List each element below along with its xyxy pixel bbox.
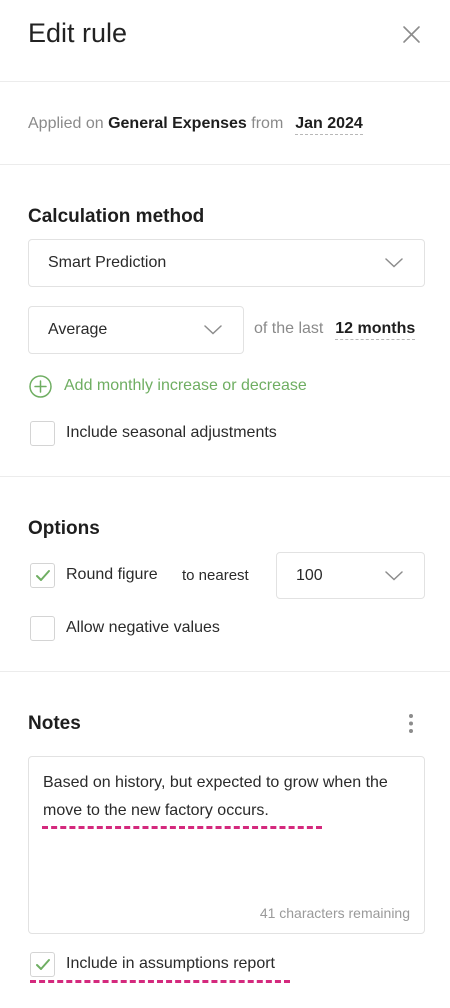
seasonal-label: Include seasonal adjustments: [66, 424, 277, 441]
round-figure-label: Round figure: [66, 566, 158, 583]
panel-header: Edit rule: [0, 0, 450, 82]
applied-date-link[interactable]: Jan 2024: [295, 115, 363, 135]
notes-menu-button[interactable]: [404, 712, 418, 736]
divider: [0, 671, 450, 672]
spellcheck-underline: [42, 826, 322, 829]
nearest-select[interactable]: 100: [276, 552, 425, 599]
divider: [0, 476, 450, 477]
to-nearest-label: to nearest: [182, 567, 249, 584]
more-vertical-icon: [409, 714, 413, 733]
applied-account: General Expenses: [108, 115, 247, 132]
options-title: Options: [28, 518, 100, 539]
negative-values-checkbox[interactable]: [30, 616, 55, 641]
seasonal-checkbox[interactable]: [30, 421, 55, 446]
applied-from-label: from: [251, 115, 284, 132]
include-report-checkbox[interactable]: [30, 952, 55, 977]
period-link[interactable]: 12 months: [335, 320, 416, 340]
applied-prefix: Applied on: [28, 115, 104, 132]
chevron-down-icon: [204, 325, 222, 335]
applied-row: Applied on General Expenses from Jan 202…: [28, 115, 363, 135]
of-last-label: of the last: [254, 320, 324, 337]
plus-circle-icon: [29, 375, 52, 398]
aggregate-select[interactable]: Average: [28, 306, 244, 354]
close-button[interactable]: [396, 22, 426, 48]
calculation-method-title: Calculation method: [28, 206, 205, 227]
aggregate-value: Average: [48, 321, 108, 338]
calculation-method-value: Smart Prediction: [48, 254, 167, 271]
add-monthly-change-label: Add monthly increase or decrease: [64, 377, 307, 394]
round-figure-checkbox[interactable]: [30, 563, 55, 588]
negative-values-label: Allow negative values: [66, 619, 220, 636]
notes-textarea[interactable]: Based on history, but expected to grow w…: [28, 756, 425, 934]
notes-text: Based on history, but expected to grow w…: [43, 774, 388, 819]
close-icon: [403, 26, 420, 43]
calculation-method-select[interactable]: Smart Prediction: [28, 239, 425, 287]
include-report-label: Include in assumptions report: [66, 955, 275, 972]
nearest-value: 100: [296, 566, 323, 584]
characters-remaining: 41 characters remaining: [259, 905, 410, 921]
applied-section: Applied on General Expenses from Jan 202…: [0, 82, 450, 165]
check-icon: [36, 570, 50, 581]
highlight-underline: [30, 980, 290, 983]
period-row: of the last 12 months: [254, 320, 416, 340]
notes-title: Notes: [28, 713, 81, 734]
panel-title: Edit rule: [28, 18, 128, 48]
chevron-down-icon: [385, 570, 403, 581]
check-icon: [36, 959, 50, 970]
chevron-down-icon: [385, 258, 403, 268]
